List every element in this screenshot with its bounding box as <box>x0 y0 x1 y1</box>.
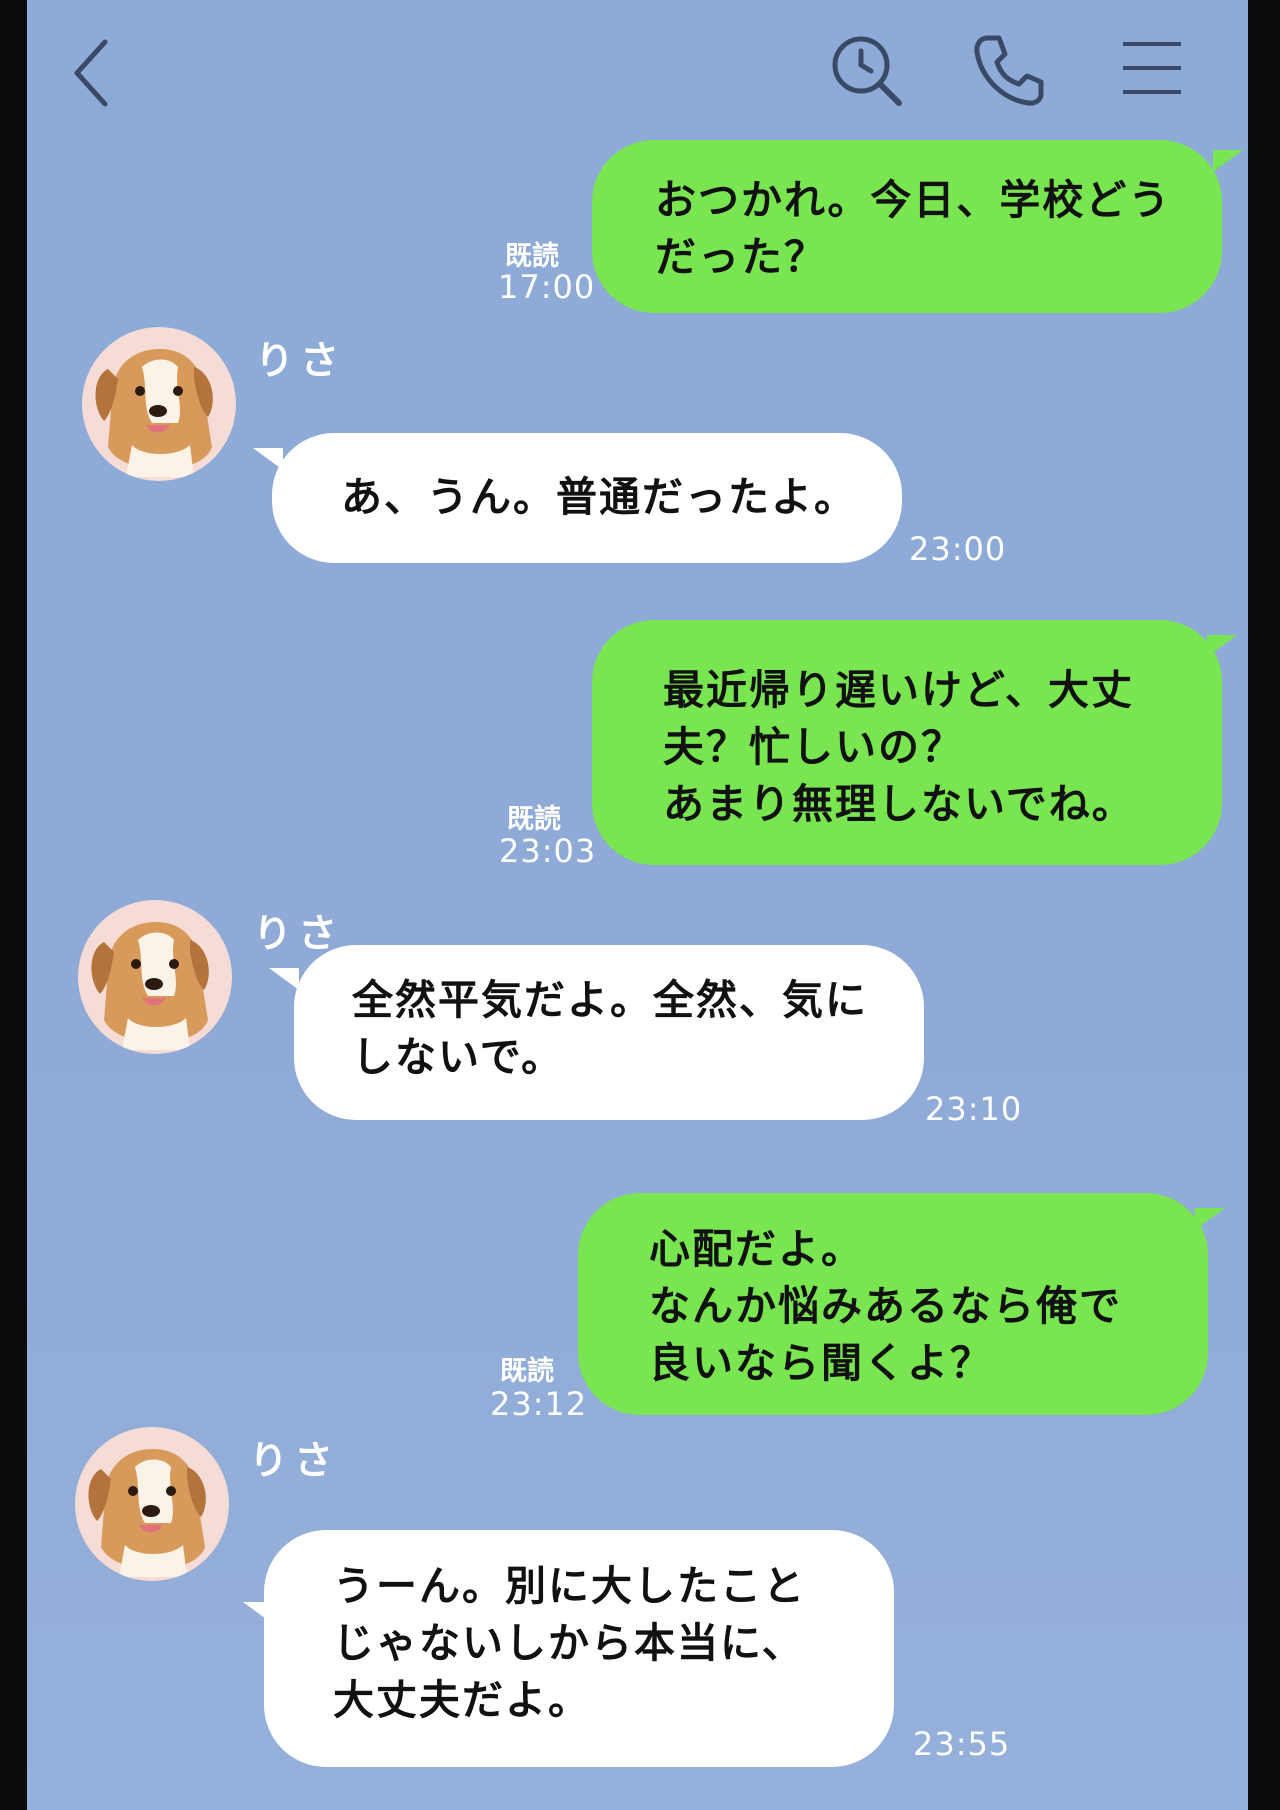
bubble-tail <box>253 448 283 470</box>
avatar[interactable] <box>78 900 232 1054</box>
avatar[interactable] <box>82 327 236 481</box>
call-button[interactable] <box>973 34 1045 106</box>
dog-icon <box>95 349 213 477</box>
message-timestamp: 23:00 <box>909 530 1007 568</box>
dog-icon <box>91 922 209 1050</box>
message-timestamp: 23:55 <box>913 1725 1011 1763</box>
message-text: 最近帰り遅いけど、大丈 夫？忙しいの？ あまり無理しないでね。 <box>663 666 1135 828</box>
read-receipt: 既読 <box>500 1356 554 1387</box>
dog-icon <box>88 1449 206 1577</box>
hamburger-menu-icon <box>1123 42 1181 94</box>
message-timestamp: 23:12 <box>490 1385 588 1423</box>
phone-icon <box>974 35 1044 106</box>
chevron-left-icon <box>74 39 108 107</box>
message-timestamp: 17:00 <box>498 268 596 306</box>
avatar[interactable] <box>75 1427 229 1581</box>
back-button[interactable] <box>67 38 117 108</box>
bubble-tail <box>1195 1208 1225 1230</box>
menu-button[interactable] <box>1121 40 1183 96</box>
sender-name: りさ <box>255 339 346 384</box>
read-receipt: 既読 <box>507 804 561 835</box>
search-history-icon <box>832 36 902 106</box>
message-text: おつかれ。今日、学校どう だった？ <box>655 176 1172 281</box>
message-text: 心配だよ。 なんか悩みあるなら俺で 良いなら聞くよ？ <box>649 1225 1122 1387</box>
message-text: うーん。別に大したこと じゃないしから本当に、 大丈夫だよ。 <box>333 1562 806 1724</box>
chat-screen: おつかれ。今日、学校どう だった？ 既読 17:00 りさ あ、うん。普通だった… <box>27 0 1248 1810</box>
bubble-tail <box>1207 635 1237 657</box>
message-timestamp: 23:10 <box>925 1090 1023 1128</box>
bubble-tail <box>1213 150 1243 172</box>
search-button[interactable] <box>830 34 904 108</box>
bubble-tail <box>243 1602 273 1624</box>
bubble-tail <box>269 968 299 990</box>
message-text: 全然平気だよ。全然、気に しないで。 <box>352 976 868 1081</box>
message-timestamp: 23:03 <box>499 832 597 870</box>
message-text: あ、うん。普通だったよ。 <box>341 473 857 521</box>
sender-name: りさ <box>249 1439 340 1484</box>
